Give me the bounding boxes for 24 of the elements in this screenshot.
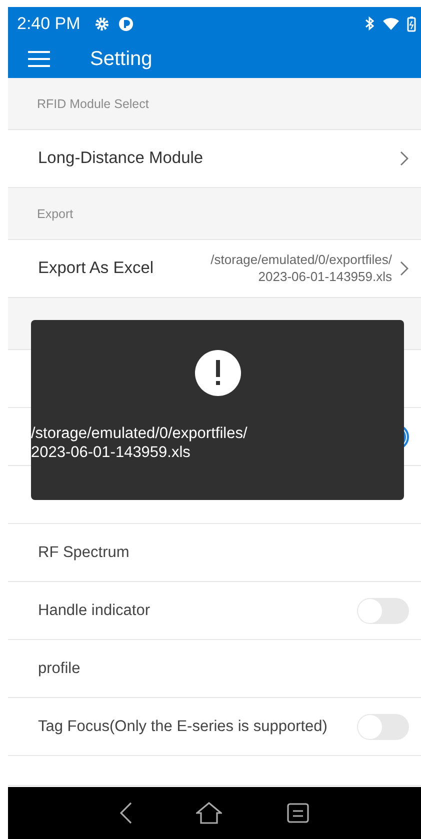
- home-icon[interactable]: [196, 802, 222, 824]
- row-label: Handle indicator: [38, 602, 150, 620]
- wifi-icon: [383, 16, 399, 30]
- row-label: Export As Excel: [38, 259, 154, 278]
- row-label: Long-Distance Module: [38, 149, 204, 168]
- section-title: Export: [37, 206, 74, 220]
- row-label: Tag Focus(Only the E-series is supported): [38, 718, 328, 736]
- row-label: profile: [38, 660, 80, 678]
- toast-text: /storage/emulated/0/exportfiles/ 2023-06-01-143959.xls: [31, 424, 248, 463]
- app-icon: [118, 16, 134, 32]
- gear-icon: [94, 16, 110, 32]
- exclamation-icon: [194, 350, 240, 396]
- chevron-right-icon: [400, 261, 409, 276]
- chevron-right-icon: [400, 151, 409, 166]
- app-title: Setting: [90, 48, 152, 70]
- menu-icon: [28, 51, 50, 67]
- bluetooth-icon: [365, 16, 375, 31]
- recents-icon[interactable]: [286, 803, 309, 823]
- status-time: 2:40 PM: [17, 14, 80, 34]
- back-icon[interactable]: [120, 802, 132, 824]
- row-value: /storage/emulated/0/exportfiles/ 2023-06-01-143959.xls: [210, 252, 392, 286]
- section-title: RFID Module Select: [37, 96, 149, 110]
- battery-icon: [407, 16, 416, 32]
- row-label: RF Spectrum: [38, 544, 130, 562]
